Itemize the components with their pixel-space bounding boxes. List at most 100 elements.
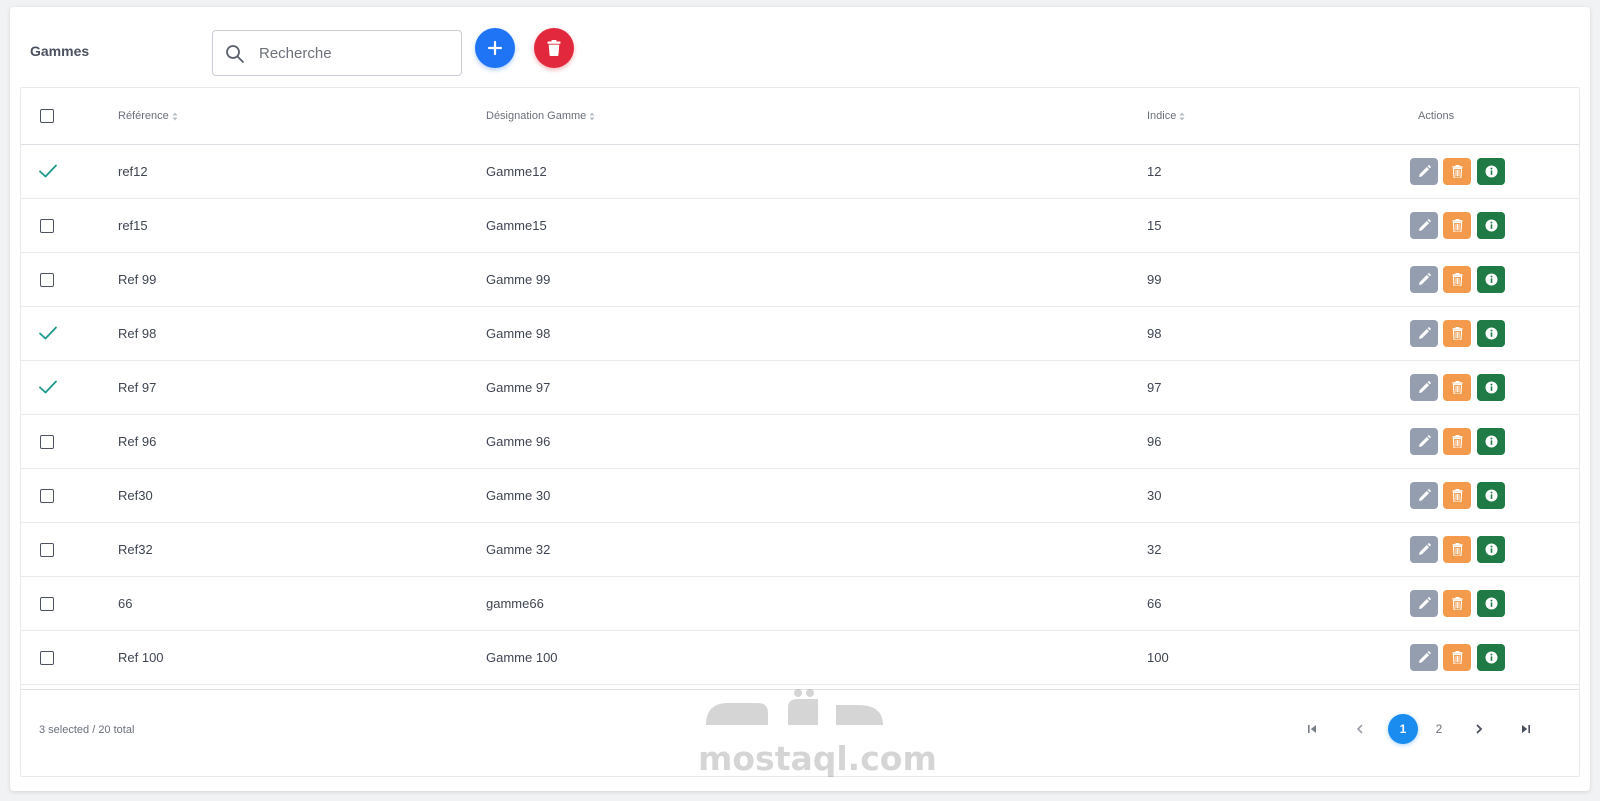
info-button[interactable] [1477,266,1505,293]
gammes-table: Référence Désignation Gamme Indice Actio… [20,87,1580,777]
edit-button[interactable] [1410,590,1438,617]
info-icon [1485,489,1497,502]
info-button[interactable] [1477,536,1505,563]
edit-button[interactable] [1410,644,1438,671]
table-row[interactable]: ref12 Gamme12 12 [21,145,1579,199]
edit-icon [1418,543,1431,555]
cell-designation: Gamme 99 [486,272,551,287]
row-checkbox[interactable] [40,219,54,233]
table-row[interactable]: ref15 Gamme15 15 [21,199,1579,253]
previous-page-button[interactable] [1345,714,1375,744]
row-checkbox[interactable] [40,435,54,449]
edit-button[interactable] [1410,320,1438,347]
add-button[interactable] [475,28,515,68]
delete-selected-button[interactable] [534,28,574,68]
cell-reference: Ref 99 [118,272,157,287]
cell-reference: Ref 96 [118,434,157,449]
page-title: Gammes [30,43,90,59]
edit-button[interactable] [1410,482,1438,509]
info-button[interactable] [1477,374,1505,401]
check-icon[interactable] [38,325,58,341]
table-row[interactable]: Ref 96 Gamme 96 96 [21,415,1579,469]
search-input[interactable] [259,39,455,67]
info-icon [1485,165,1497,178]
column-designation[interactable]: Désignation Gamme [486,110,595,122]
info-button[interactable] [1477,482,1505,509]
info-button[interactable] [1477,212,1505,239]
delete-row-button[interactable] [1443,374,1471,401]
table-row[interactable]: Ref 99 Gamme 99 99 [21,253,1579,307]
info-button[interactable] [1477,644,1505,671]
edit-button[interactable] [1410,428,1438,455]
edit-button[interactable] [1410,266,1438,293]
cell-reference: Ref 98 [118,326,157,341]
info-button[interactable] [1477,320,1505,347]
cell-designation: Gamme 30 [486,488,551,503]
row-checkbox[interactable] [40,543,54,557]
edit-button[interactable] [1410,536,1438,563]
trash-icon [1452,543,1462,556]
delete-row-button[interactable] [1443,212,1471,239]
gammes-card: Gammes Référence [10,7,1590,791]
trash-icon [547,40,561,56]
last-page-button[interactable] [1511,714,1541,744]
cell-reference: Ref30 [118,488,153,503]
cell-reference: ref15 [118,218,148,233]
edit-button[interactable] [1410,212,1438,239]
cell-designation: Gamme 97 [486,380,551,395]
column-indice[interactable]: Indice [1147,110,1185,122]
delete-row-button[interactable] [1443,644,1471,671]
search-box[interactable] [212,30,462,76]
cell-indice: 12 [1147,164,1162,179]
trash-icon [1452,597,1462,610]
row-checkbox[interactable] [40,489,54,503]
next-page-button[interactable] [1464,714,1494,744]
last-page-icon [1522,725,1530,733]
cell-reference: ref12 [118,164,148,179]
delete-row-button[interactable] [1443,158,1471,185]
delete-row-button[interactable] [1443,266,1471,293]
delete-row-button[interactable] [1443,320,1471,347]
cell-designation: Gamme 96 [486,434,551,449]
edit-icon [1418,651,1431,663]
select-all-checkbox[interactable] [40,109,54,123]
chevron-left-icon [1356,724,1363,734]
edit-icon [1418,489,1431,501]
cell-designation: Gamme15 [486,218,547,233]
info-button[interactable] [1477,428,1505,455]
edit-icon [1418,219,1431,231]
table-row[interactable]: Ref30 Gamme 30 30 [21,469,1579,523]
info-button[interactable] [1477,158,1505,185]
edit-button[interactable] [1410,374,1438,401]
cell-reference: Ref 97 [118,380,157,395]
page-1-button[interactable]: 1 [1388,714,1418,744]
row-checkbox[interactable] [40,597,54,611]
info-button[interactable] [1477,590,1505,617]
sort-icon [1179,112,1185,120]
delete-row-button[interactable] [1443,536,1471,563]
trash-icon [1452,219,1462,232]
row-checkbox[interactable] [40,273,54,287]
row-checkbox[interactable] [40,651,54,665]
table-row[interactable]: Ref 97 Gamme 97 97 [21,361,1579,415]
first-page-button[interactable] [1297,714,1327,744]
table-row[interactable]: 66 gamme66 66 [21,577,1579,631]
check-icon[interactable] [38,163,58,179]
column-actions: Actions [1418,110,1455,122]
table-row[interactable]: Ref 98 Gamme 98 98 [21,307,1579,361]
table-row[interactable]: Ref 100 Gamme 100 100 [21,631,1579,685]
table-row[interactable]: Ref32 Gamme 32 32 [21,523,1579,577]
page-2-button[interactable]: 2 [1424,714,1454,744]
cell-designation: Gamme 32 [486,542,551,557]
delete-row-button[interactable] [1443,428,1471,455]
edit-button[interactable] [1410,158,1438,185]
cell-indice: 96 [1147,434,1162,449]
cell-designation: Gamme 98 [486,326,551,341]
trash-icon [1452,273,1462,286]
column-reference[interactable]: Référence [118,110,178,122]
edit-icon [1418,435,1431,447]
delete-row-button[interactable] [1443,590,1471,617]
cell-designation: Gamme12 [486,164,547,179]
check-icon[interactable] [38,379,58,395]
delete-row-button[interactable] [1443,482,1471,509]
